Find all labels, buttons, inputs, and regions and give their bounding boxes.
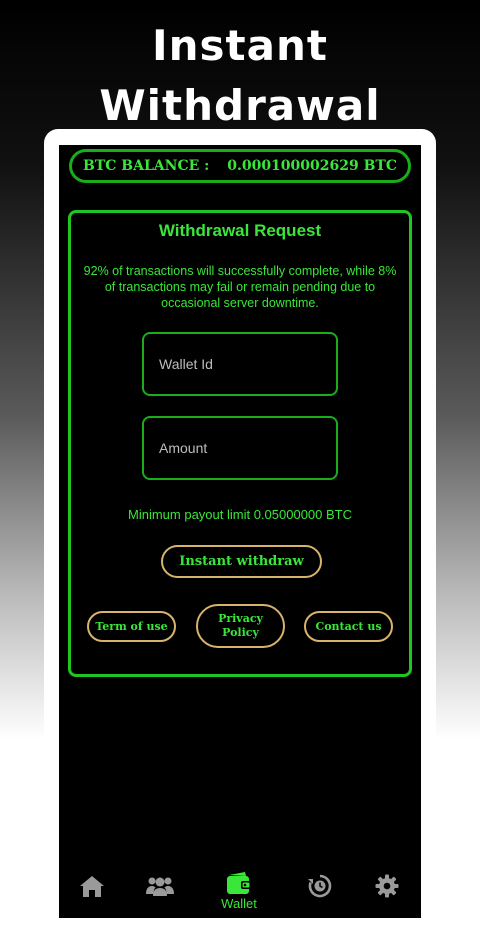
users-icon — [146, 877, 174, 896]
instant-withdraw-button[interactable]: Instant withdraw — [161, 545, 322, 578]
balance-bar: BTC BALANCE : 0.000100002629 BTC — [69, 149, 411, 183]
promo-headline-line1: Instant — [152, 21, 328, 70]
terms-of-use-button[interactable]: Term of use — [87, 611, 176, 642]
gear-icon — [375, 874, 399, 898]
contact-us-button[interactable]: Contact us — [304, 611, 393, 642]
promo-headline: Instant Withdrawal — [0, 16, 480, 136]
promo-headline-line2: Withdrawal — [99, 81, 381, 130]
bottom-nav: Wallet — [59, 871, 421, 918]
balance-value: 0.000100002629 BTC — [227, 158, 397, 174]
nav-history[interactable] — [295, 874, 345, 921]
amount-field[interactable] — [142, 416, 338, 480]
withdrawal-card: Withdrawal Request 92% of transactions w… — [68, 210, 412, 677]
card-note: 92% of transactions will successfully co… — [83, 264, 397, 310]
min-payout-text: Minimum payout limit 0.05000000 BTC — [128, 507, 352, 522]
nav-wallet-label: Wallet — [221, 896, 257, 911]
app-screen: BTC BALANCE : 0.000100002629 BTC Withdra… — [59, 145, 421, 918]
amount-input[interactable] — [159, 440, 336, 456]
nav-home[interactable] — [67, 874, 117, 921]
nav-wallet[interactable]: Wallet — [214, 871, 264, 918]
wallet-id-input[interactable] — [159, 356, 336, 372]
nav-settings[interactable] — [362, 874, 412, 921]
history-icon — [308, 874, 332, 898]
privacy-policy-button[interactable]: Privacy Policy — [196, 604, 285, 648]
home-icon — [80, 876, 104, 897]
card-title: Withdrawal Request — [158, 221, 322, 240]
balance-label: BTC BALANCE : — [83, 158, 210, 174]
wallet-icon — [227, 872, 251, 894]
nav-users[interactable] — [135, 875, 185, 922]
wallet-id-field[interactable] — [142, 332, 338, 396]
